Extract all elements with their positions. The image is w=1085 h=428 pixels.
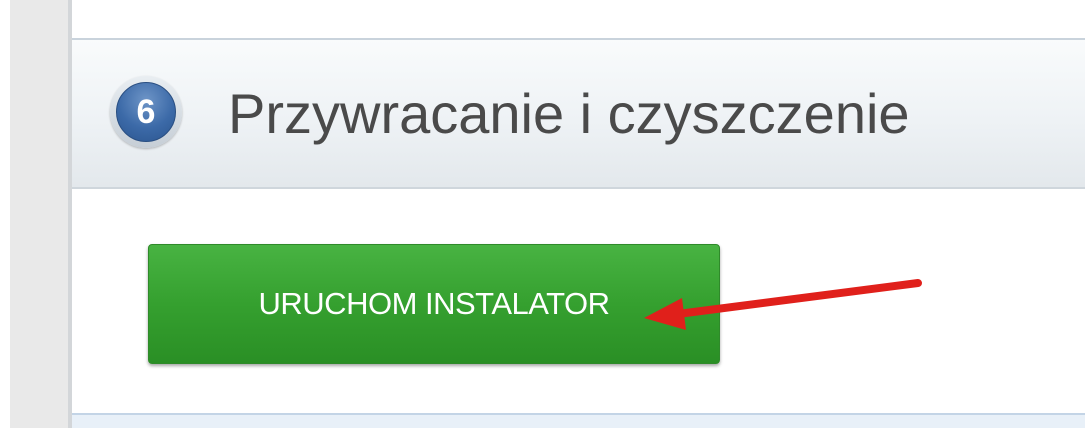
previous-section-edge — [72, 0, 1085, 40]
run-installer-button[interactable]: URUCHOM INSTALATOR — [148, 244, 720, 364]
section-title: Przywracanie i czyszczenie — [228, 82, 910, 145]
page: 6 Przywracanie i czyszczenie URUCHOM INS… — [0, 0, 1085, 428]
run-installer-button-label: URUCHOM INSTALATOR — [258, 286, 610, 321]
next-section-edge — [72, 413, 1085, 428]
step-badge: 6 — [110, 76, 182, 148]
left-gutter — [0, 0, 10, 428]
step-number: 6 — [116, 82, 176, 142]
sidebar — [10, 0, 68, 428]
content-panel: 6 Przywracanie i czyszczenie URUCHOM INS… — [72, 0, 1085, 428]
section-body: URUCHOM INSTALATOR — [72, 189, 1085, 413]
section-header: 6 Przywracanie i czyszczenie — [72, 40, 1085, 189]
